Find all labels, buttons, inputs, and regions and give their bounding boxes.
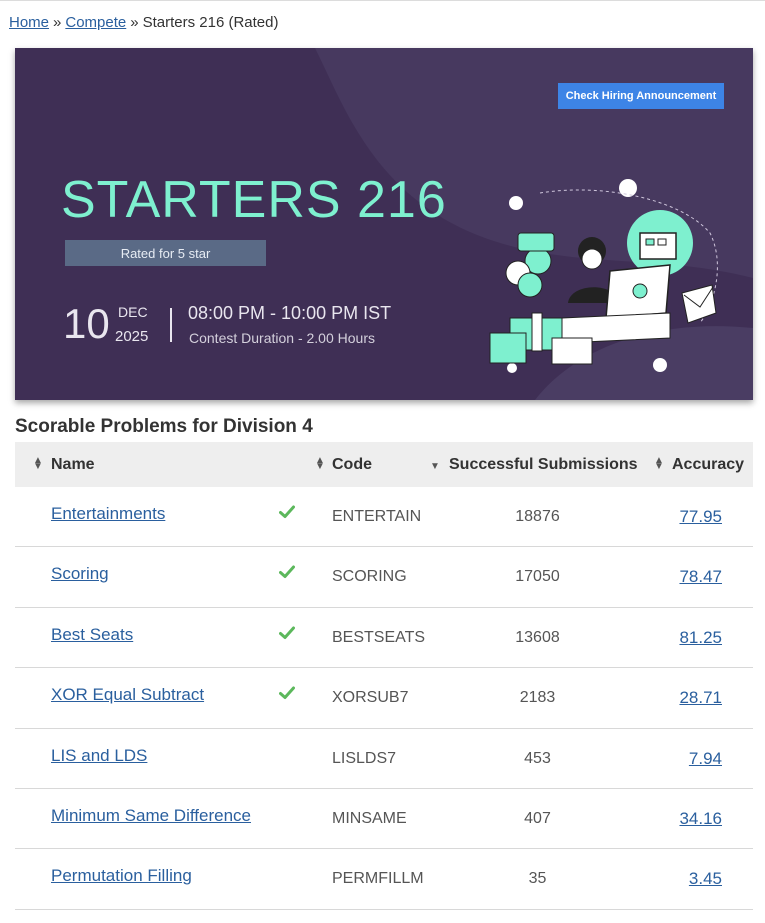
top-divider bbox=[0, 0, 765, 1]
coding-illustration bbox=[489, 179, 718, 373]
contest-time: 08:00 PM - 10:00 PM IST bbox=[188, 303, 392, 323]
breadcrumb-separator: » bbox=[130, 14, 139, 31]
accuracy-link[interactable]: 3.45 bbox=[689, 869, 722, 889]
solved-check-icon bbox=[279, 565, 295, 579]
problem-name-link[interactable]: Minimum Same Difference bbox=[51, 806, 251, 826]
sort-code-icon[interactable]: ▲ ▼ bbox=[315, 456, 325, 472]
successful-submissions: 18876 bbox=[515, 508, 560, 525]
problem-name-link[interactable]: Permutation Filling bbox=[51, 866, 192, 886]
date-divider bbox=[170, 308, 172, 342]
contest-banner: Check Hiring Announcement STARTERS 216 R… bbox=[15, 48, 753, 400]
successful-submissions: 17050 bbox=[515, 568, 560, 586]
table-row: Best Seats BESTSEATS 13608 81.25 bbox=[15, 608, 753, 669]
problem-code: ENTERTAIN bbox=[332, 508, 422, 525]
breadcrumb-separator: » bbox=[53, 14, 62, 31]
problem-name-link[interactable]: XOR Equal Subtract bbox=[51, 685, 204, 705]
contest-title: STARTERS 216 bbox=[61, 171, 447, 229]
contest-day: 10 bbox=[63, 300, 110, 347]
successful-submissions: 13608 bbox=[515, 628, 560, 646]
table-row: Scoring SCORING 17050 78.47 bbox=[15, 547, 753, 608]
problem-name-link[interactable]: Scoring bbox=[51, 564, 109, 584]
successful-submissions: 453 bbox=[524, 749, 551, 767]
problem-code: BESTSEATS bbox=[332, 628, 426, 646]
problem-code: SCORING bbox=[332, 568, 407, 586]
section-title: Scorable Problems for Division 4 bbox=[15, 416, 313, 437]
problem-code: LISLDS7 bbox=[332, 749, 397, 767]
accuracy-link[interactable]: 28.71 bbox=[679, 688, 722, 708]
successful-submissions: 2183 bbox=[519, 689, 556, 707]
solved-check-icon bbox=[279, 686, 295, 700]
contest-month: DEC bbox=[118, 304, 148, 320]
table-row: Minimum Same Difference MINSAME 407 34.16 bbox=[15, 789, 753, 850]
breadcrumb-home-link[interactable]: Home bbox=[9, 14, 49, 31]
problem-code: MINSAME bbox=[332, 809, 407, 827]
table-row: LIS and LDS LISLDS7 453 7.94 bbox=[15, 729, 753, 789]
accuracy-link[interactable]: 78.47 bbox=[679, 567, 722, 587]
header-accuracy[interactable]: Accuracy bbox=[672, 456, 744, 474]
sort-name-icon[interactable]: ▲ ▼ bbox=[33, 456, 43, 472]
accuracy-link[interactable]: 7.94 bbox=[689, 749, 722, 769]
accuracy-link[interactable]: 77.95 bbox=[679, 507, 722, 527]
problem-code: PERMFILLM bbox=[332, 870, 424, 888]
problem-name-link[interactable]: Entertainments bbox=[51, 504, 165, 524]
successful-submissions: 407 bbox=[524, 809, 551, 827]
header-successful-submissions[interactable]: Successful Submissions bbox=[449, 456, 638, 474]
breadcrumb-compete-link[interactable]: Compete bbox=[65, 14, 126, 31]
table-row: Permutation Filling PERMFILLM 35 3.45 bbox=[15, 849, 753, 910]
rated-badge: Rated for 5 star bbox=[65, 240, 266, 266]
contest-year: 2025 bbox=[115, 328, 149, 345]
problem-name-link[interactable]: Best Seats bbox=[51, 625, 133, 645]
table-row: Entertainments ENTERTAIN 18876 77.95 bbox=[15, 487, 753, 548]
sort-accuracy-icon[interactable]: ▲ ▼ bbox=[654, 456, 664, 472]
header-code[interactable]: Code bbox=[332, 456, 372, 474]
breadcrumb: Home» Compete» Starters 216 (Rated) bbox=[9, 14, 278, 31]
accuracy-link[interactable]: 34.16 bbox=[679, 809, 722, 829]
solved-check-icon bbox=[279, 505, 295, 518]
table-header: ▲ ▼ Name ▲ ▼ Code ▼ Successful Submissions… bbox=[15, 442, 753, 487]
problems-table: ▲ ▼ Name ▲ ▼ Code ▼ Successful Submissions… bbox=[15, 442, 753, 910]
check-hiring-announcement-button[interactable]: Check Hiring Announcement bbox=[558, 83, 724, 109]
problem-name-link[interactable]: LIS and LDS bbox=[51, 746, 147, 766]
solved-check-icon bbox=[279, 626, 295, 639]
successful-submissions: 35 bbox=[528, 870, 547, 888]
table-body: Entertainments ENTERTAIN 18876 77.95 Scoring… bbox=[15, 487, 753, 910]
contest-duration: Contest Duration - 2.00 Hours bbox=[189, 330, 375, 346]
table-row: XOR Equal Subtract XORSUB7 2183 28.71 bbox=[15, 668, 753, 729]
header-name[interactable]: Name bbox=[51, 456, 95, 474]
sort-desc-icon[interactable]: ▼ bbox=[430, 462, 440, 472]
accuracy-link[interactable]: 81.25 bbox=[679, 628, 722, 648]
problem-code: XORSUB7 bbox=[332, 689, 409, 707]
breadcrumb-current: Starters 216 (Rated) bbox=[142, 14, 279, 31]
